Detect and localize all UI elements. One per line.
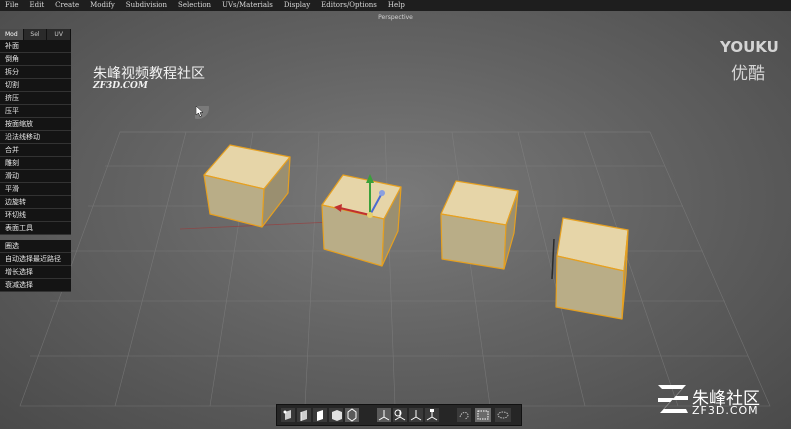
- panel-tabs: Mod Sel UV: [0, 29, 72, 40]
- menu-bar: File Edit Create Modify Subdivision Sele…: [0, 0, 791, 11]
- box-select-icon[interactable]: [475, 408, 491, 422]
- tab-mod[interactable]: Mod: [0, 29, 24, 40]
- object-mode-icon[interactable]: [329, 408, 343, 422]
- tool-button[interactable]: 圈选: [0, 240, 71, 253]
- zf-logo-icon: [656, 383, 690, 419]
- tool-button[interactable]: 挤压: [0, 92, 71, 105]
- tool-button[interactable]: 环切线: [0, 209, 71, 222]
- tool-button[interactable]: 增长选择: [0, 266, 71, 279]
- tool-button[interactable]: 补面: [0, 40, 71, 53]
- watermark-title: 朱峰视频教程社区: [93, 66, 205, 82]
- cube-3[interactable]: [440, 180, 519, 270]
- menu-edit[interactable]: Edit: [24, 0, 50, 11]
- menu-uvs-materials[interactable]: UVs/Materials: [217, 0, 279, 11]
- scale-tool-icon[interactable]: [409, 408, 423, 422]
- menu-selection[interactable]: Selection: [173, 0, 217, 11]
- tool-button[interactable]: 雕刻: [0, 157, 71, 170]
- tool-button[interactable]: 合并: [0, 144, 71, 157]
- tool-button[interactable]: 切割: [0, 79, 71, 92]
- menu-file[interactable]: File: [0, 0, 24, 11]
- tool-button[interactable]: 压平: [0, 105, 71, 118]
- tab-sel[interactable]: Sel: [23, 29, 48, 40]
- watermark-site: ZF3D.COM: [93, 81, 148, 91]
- menu-editors-options[interactable]: Editors/Options: [316, 0, 383, 11]
- tool-button[interactable]: 倒角: [0, 53, 71, 66]
- shaded-mode-icon[interactable]: [345, 408, 359, 422]
- tool-panel: Mod Sel UV 补面 倒角 拆分 切割 挤压 压平 按面缩放 沿法线移动 …: [0, 29, 72, 292]
- mouse-cursor-icon: [187, 97, 213, 128]
- rotate-tool-icon[interactable]: [393, 408, 407, 422]
- menu-create[interactable]: Create: [50, 0, 85, 11]
- tab-uv[interactable]: UV: [47, 29, 72, 40]
- menu-display[interactable]: Display: [279, 0, 316, 11]
- edge-mode-icon[interactable]: [297, 408, 311, 422]
- tool-button[interactable]: 沿法线移动: [0, 131, 71, 144]
- menu-modify[interactable]: Modify: [85, 0, 121, 11]
- tool-button[interactable]: 边旋转: [0, 196, 71, 209]
- youku-logo-cn: 优酷: [731, 64, 765, 84]
- bottom-toolbar: [276, 404, 522, 426]
- tool-button[interactable]: 自动选择最近路径: [0, 253, 71, 266]
- paint-select-icon[interactable]: [495, 408, 511, 422]
- move-tool-icon[interactable]: [377, 408, 391, 422]
- lasso-select-icon[interactable]: [457, 408, 471, 422]
- vertex-mode-icon[interactable]: [281, 408, 295, 422]
- menu-subdivision[interactable]: Subdivision: [121, 0, 173, 11]
- cube-1[interactable]: [203, 144, 291, 228]
- tool-button[interactable]: 拆分: [0, 66, 71, 79]
- cube-4[interactable]: [551, 217, 629, 320]
- universal-tool-icon[interactable]: [425, 408, 439, 422]
- tool-button[interactable]: 衰减选择: [0, 279, 71, 292]
- tool-button[interactable]: 按面缩放: [0, 118, 71, 131]
- corner-logo-site: ZF3D.COM: [692, 404, 759, 417]
- tool-button[interactable]: 滑动: [0, 170, 71, 183]
- youku-logo: YOUKU: [720, 38, 779, 56]
- face-mode-icon[interactable]: [313, 408, 327, 422]
- tool-button[interactable]: 平滑: [0, 183, 71, 196]
- viewport-title: Perspective: [378, 14, 413, 21]
- menu-help[interactable]: Help: [383, 0, 411, 11]
- tool-button[interactable]: 表面工具: [0, 222, 71, 235]
